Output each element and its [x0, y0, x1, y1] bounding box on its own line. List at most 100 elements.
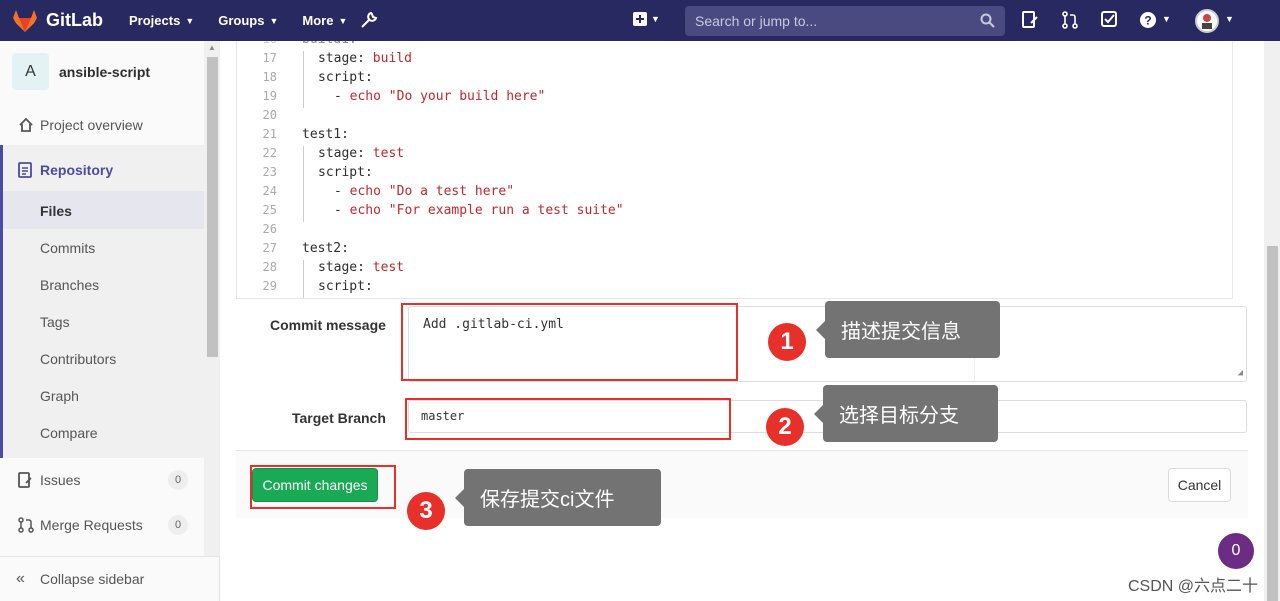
code-line: 20	[237, 108, 1227, 127]
sidebar-item-label: Project overview	[40, 117, 143, 133]
code-text: - echo "For example run a test suite"	[334, 203, 624, 218]
sidebar-item-tags[interactable]: Tags	[0, 312, 204, 332]
chevron-down-icon: ▼	[269, 15, 279, 26]
chevron-down-icon: ▼	[1162, 14, 1171, 24]
code-line: 22 stage: test	[237, 146, 1227, 165]
double-chevron-left-icon: «	[16, 570, 25, 587]
annotation-number-1: 1	[768, 323, 806, 361]
help-bubble-button[interactable]: 0	[1218, 533, 1254, 569]
code-line: 23 script:	[237, 165, 1227, 184]
code-text: - echo "Do a test here"	[334, 184, 515, 199]
sidebar-item-label: Merge Requests	[40, 517, 143, 533]
annotation-tip-3: 保存提交ci文件	[455, 469, 661, 526]
wrench-icon[interactable]	[360, 11, 378, 29]
issues-icon[interactable]	[1022, 11, 1038, 29]
todo-checkbox-icon[interactable]	[1101, 11, 1118, 28]
annotation-tip-1: 描述提交信息	[816, 301, 1000, 358]
line-number: 19	[262, 89, 277, 103]
merge-request-icon	[18, 517, 34, 533]
help-icon[interactable]: ?	[1139, 11, 1157, 29]
project-header[interactable]: A ansible-script	[12, 53, 150, 90]
code-line: 29 script:	[237, 279, 1227, 298]
sidebar-item-graph[interactable]: Graph	[0, 386, 204, 406]
nav-groups[interactable]: Groups ▼	[218, 13, 278, 28]
sidebar-item-label: Repository	[40, 162, 114, 178]
code-line: 21 test1:	[237, 127, 1227, 146]
watermark: CSDN @六点二十	[1128, 578, 1259, 595]
code-line: 27 test2:	[237, 241, 1227, 260]
code-line: 24 - echo "Do a test here"	[237, 184, 1227, 203]
sidebar-item-project-overview[interactable]: Project overview	[0, 115, 204, 135]
sidebar-item-label: Compare	[40, 425, 98, 441]
gitlab-logo[interactable]: GitLab	[12, 9, 103, 33]
sidebar-scrollbar-thumb[interactable]	[207, 57, 218, 357]
code-line: 16 build1:	[237, 41, 1227, 51]
nav-more-label: More	[302, 13, 334, 28]
top-navbar: GitLab Projects ▼ Groups ▼ More ▼ ▼ Search …	[0, 0, 1280, 41]
code-line: 18 script:	[237, 70, 1227, 89]
code-line: 17 stage: build	[237, 51, 1227, 70]
code-text: stage: test	[318, 260, 405, 275]
sidebar-item-label: Issues	[40, 472, 81, 488]
sidebar-item-label: Branches	[40, 277, 100, 293]
collapse-sidebar-button[interactable]: « Collapse sidebar	[0, 556, 220, 601]
line-number: 28	[262, 260, 277, 274]
sidebar-item-label: Commits	[40, 240, 96, 256]
search-icon	[980, 13, 995, 28]
annotation-box-commit-button	[250, 465, 396, 509]
plus-square-icon[interactable]	[632, 11, 648, 27]
chevron-down-icon: ▼	[338, 15, 348, 26]
code-text: script:	[318, 165, 373, 180]
sidebar-item-label: Tags	[40, 314, 70, 330]
code-text: - echo "Do your build here"	[334, 89, 546, 104]
sidebar-item-merge-requests[interactable]: Merge Requests 0	[0, 515, 204, 535]
line-number: 25	[262, 203, 277, 217]
target-branch-label: Target Branch	[292, 410, 386, 426]
sidebar-item-files[interactable]: Files	[0, 201, 204, 221]
page-scrollbar[interactable]	[1264, 41, 1280, 601]
merge-request-icon[interactable]	[1061, 11, 1079, 29]
nav-groups-label: Groups	[218, 13, 265, 28]
editor-scrollbar[interactable]	[1232, 41, 1248, 299]
code-text: script:	[318, 279, 373, 294]
gitlab-fox-icon	[13, 9, 37, 32]
nav-more[interactable]: More ▼	[302, 13, 347, 28]
search-input[interactable]: Search or jump to...	[685, 6, 1005, 36]
chevron-down-icon: ▼	[651, 14, 660, 24]
code-line: 19 - echo "Do your build here"	[237, 89, 1227, 108]
cancel-button[interactable]: Cancel	[1168, 468, 1231, 502]
page-scrollbar-thumb[interactable]	[1267, 246, 1278, 601]
project-name: ansible-script	[59, 63, 151, 80]
annotation-tip-2: 选择目标分支	[814, 385, 998, 442]
svg-text:?: ?	[1144, 14, 1151, 28]
sidebar-item-issues[interactable]: Issues 0	[0, 470, 204, 490]
nav-projects-label: Projects	[129, 13, 181, 28]
collapse-sidebar-label: Collapse sidebar	[40, 571, 145, 587]
sidebar-scrollbar[interactable]: ▲	[204, 41, 220, 556]
line-number: 21	[262, 127, 277, 141]
annotation-number-2: 2	[766, 408, 804, 446]
code-line: 28 stage: test	[237, 260, 1227, 279]
sidebar-item-contributors[interactable]: Contributors	[0, 349, 204, 369]
annotation-number-3: 3	[407, 492, 445, 530]
sidebar-item-compare[interactable]: Compare	[0, 423, 204, 443]
annotation-box-target-branch	[405, 398, 731, 440]
sidebar-item-branches[interactable]: Branches	[0, 275, 204, 295]
line-number: 29	[262, 279, 277, 293]
brand-name: GitLab	[46, 10, 103, 30]
project-sidebar: A ansible-script Project overview Reposi…	[0, 41, 220, 601]
sidebar-item-label: Graph	[40, 388, 79, 404]
code-text-partial: build1:	[302, 41, 357, 47]
sidebar-item-label: Contributors	[40, 351, 117, 367]
code-editor[interactable]: 16 build1: 17 stage: build 18 script: 19 - ec…	[236, 41, 1248, 299]
resize-handle-icon[interactable]: ◢	[1238, 368, 1243, 378]
sidebar-item-repository[interactable]: Repository	[0, 160, 204, 180]
scroll-up-arrow-icon[interactable]: ▲	[208, 43, 216, 52]
nav-projects[interactable]: Projects ▼	[129, 13, 194, 28]
sidebar-item-commits[interactable]: Commits	[0, 238, 204, 258]
user-avatar[interactable]	[1195, 9, 1219, 33]
chevron-down-icon: ▼	[1225, 14, 1234, 24]
issues-count-badge: 0	[168, 470, 188, 490]
line-number: 24	[262, 184, 277, 198]
project-avatar: A	[12, 53, 49, 90]
